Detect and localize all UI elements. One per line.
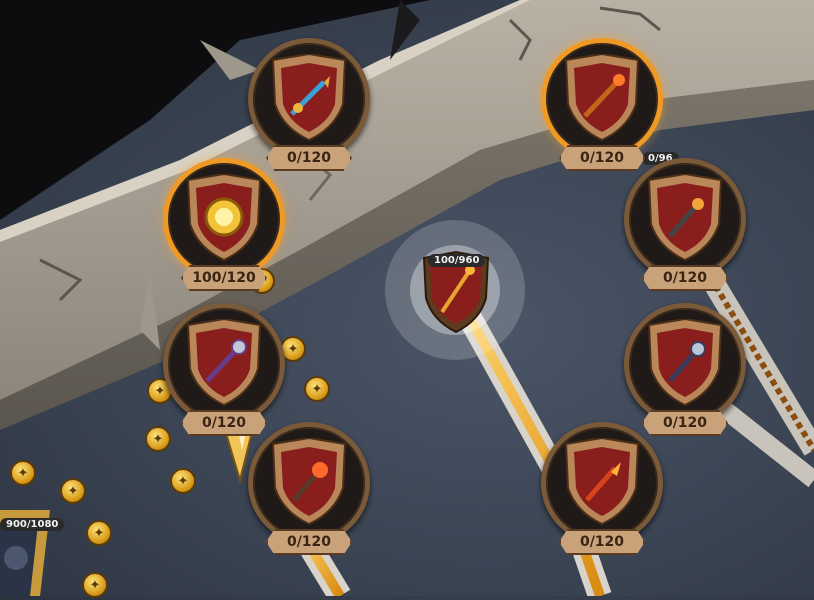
gold-orb-icon	[199, 192, 249, 242]
trident-icon	[660, 192, 710, 242]
center-node[interactable]: 100/960	[420, 250, 492, 334]
coin-icon[interactable]	[60, 478, 86, 504]
coin-icon[interactable]	[170, 468, 196, 494]
coin-icon[interactable]	[10, 460, 36, 486]
staff-icon	[577, 72, 627, 122]
hero-label: 900/1080	[0, 518, 65, 531]
node-count-label: 0/120	[266, 529, 352, 555]
coin-icon[interactable]	[86, 520, 112, 546]
skill-node[interactable]: 0/120	[624, 158, 746, 303]
node-count-label: 100/120	[181, 265, 267, 291]
hero-frame-icon	[0, 510, 50, 596]
hero-portrait[interactable]: 900/1080	[0, 500, 65, 596]
skill-node[interactable]: 0/120	[248, 422, 370, 567]
node-count-label: 0/120	[559, 529, 645, 555]
skill-node[interactable]: 100/120	[163, 158, 285, 303]
flame-staff-icon	[284, 456, 334, 506]
mace-icon	[199, 337, 249, 387]
center-node-label: 100/960	[428, 254, 486, 267]
spear-icon	[284, 72, 334, 122]
coin-icon[interactable]	[304, 376, 330, 402]
node-count-label: 0/120	[642, 265, 728, 291]
fire-wand-icon	[577, 456, 627, 506]
skill-node[interactable]: 0/120	[541, 422, 663, 567]
game-scene: 100/960 0/96 900/1080 0/120	[0, 0, 814, 598]
coin-icon[interactable]	[82, 572, 108, 598]
scepter-icon	[660, 337, 710, 387]
